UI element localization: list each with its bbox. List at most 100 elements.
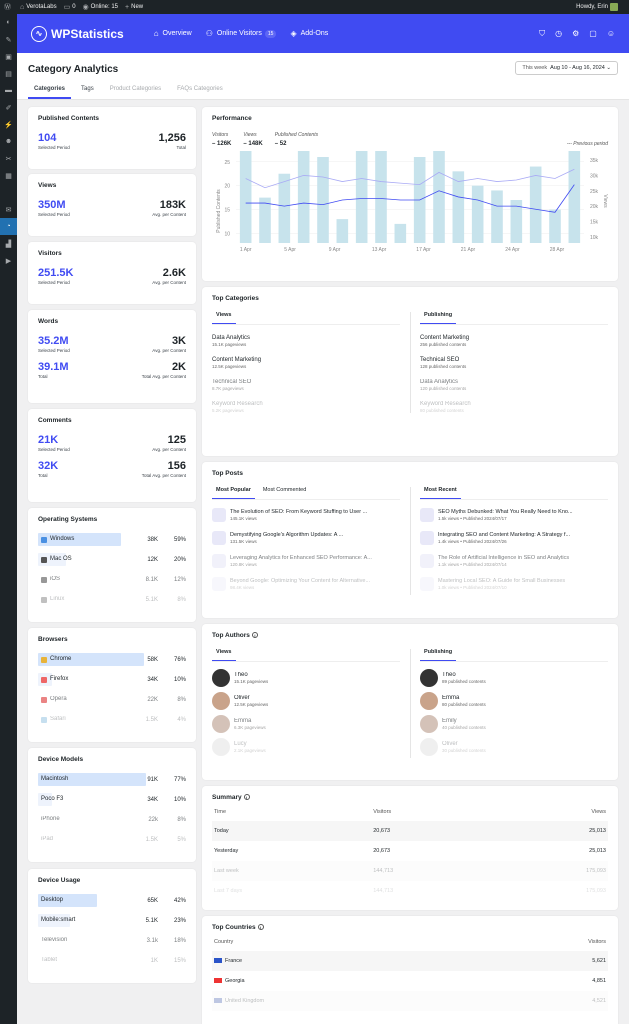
new-content-link[interactable]: + New — [125, 4, 143, 11]
appearance-icon[interactable]: ✐ — [0, 99, 17, 116]
globe-icon: ◉ — [82, 4, 89, 11]
item-percent: 4% — [177, 716, 186, 723]
list-item[interactable]: Mobile:smart 5.1K 23% — [38, 914, 186, 927]
list-item[interactable]: Data Analytics 120 published contents — [420, 379, 608, 391]
users-icon[interactable]: ☻ — [0, 133, 17, 150]
plugins-icon[interactable]: ⚡ — [0, 116, 17, 133]
tab-publishing[interactable]: Publishing — [420, 649, 457, 661]
legend-views[interactable]: Views – 148K — [243, 132, 262, 147]
author-item[interactable]: Theo 89 published contents — [420, 666, 608, 689]
list-item[interactable]: Keyword Research 5.2K pageviews — [212, 401, 410, 413]
nav-addons[interactable]: ◈ Add-Ons — [290, 29, 328, 38]
tab-product-categories[interactable]: Product Categories — [104, 84, 167, 99]
post-item[interactable]: Demystifying Google's Algorithm Updates:… — [212, 526, 410, 549]
list-item[interactable]: Mac OS 12K 20% — [38, 553, 186, 566]
list-item[interactable]: iPhone 22k 8% — [38, 813, 186, 826]
list-item[interactable]: Poco F3 34K 10% — [38, 793, 186, 806]
list-item[interactable]: Chrome 58K 76% — [38, 653, 186, 666]
post-item[interactable]: The Evolution of SEO: From Keyword Stuff… — [212, 503, 410, 526]
info-icon[interactable]: i — [243, 794, 250, 801]
tab-most-recent[interactable]: Most Recent — [420, 487, 461, 499]
statistics-icon[interactable]: ◔ — [0, 218, 17, 235]
online-link[interactable]: ◉ Online: 15 — [83, 3, 118, 11]
settings-icon[interactable]: ▦ — [0, 167, 17, 184]
tab-views[interactable]: Views — [212, 649, 236, 661]
author-item[interactable]: Theo 15.1K pageviews — [212, 666, 410, 689]
list-item[interactable]: Content Marketing 12.5K pageviews — [212, 357, 410, 369]
bar — [278, 173, 291, 243]
info-icon[interactable]: i — [257, 924, 264, 931]
list-item[interactable]: Keyword Research 80 published contents — [420, 401, 608, 413]
dashboard-icon[interactable]: ◐ — [0, 14, 17, 31]
post-item[interactable]: Leveraging Analytics for Enhanced SEO Pe… — [212, 549, 410, 572]
site-name-link[interactable]: ⌂ VerotaLabs — [20, 4, 57, 11]
tab-most-popular[interactable]: Most Popular — [212, 487, 255, 499]
gear-icon[interactable]: ⚙ — [572, 29, 579, 39]
post-item[interactable]: Mastering Local SEO: A Guide for Small B… — [420, 572, 608, 595]
tools-icon[interactable]: ✂ — [0, 150, 17, 167]
flag-icon — [214, 978, 222, 984]
list-item[interactable]: Desktop 65K 42% — [38, 894, 186, 907]
info-icon[interactable]: i — [251, 632, 258, 639]
wordpress-logo-icon[interactable]: Ⓦ — [4, 2, 13, 12]
list-item[interactable]: iPad 1.5K 5% — [38, 833, 186, 846]
play-icon[interactable]: ▶ — [0, 252, 17, 269]
list-item[interactable]: Safari 1.5K 4% — [38, 713, 186, 726]
plus-icon: + — [125, 3, 130, 11]
media-icon[interactable]: ▣ — [0, 48, 17, 65]
analytics-icon[interactable]: ▟ — [0, 235, 17, 252]
author-item[interactable]: Oliver 30 published contents — [420, 735, 608, 758]
author-item[interactable]: Emily 40 published contents — [420, 712, 608, 735]
nav-overview[interactable]: ⌂ Overview — [154, 29, 192, 38]
metric-value: 2.6K — [162, 267, 186, 279]
list-item[interactable]: Data Analytics 15.1K pageviews — [212, 335, 410, 347]
author-item[interactable]: Lucy 2.1K pageviews — [212, 735, 410, 758]
list-item[interactable]: Windows 38K 59% — [38, 533, 186, 546]
comments-link[interactable]: ▭ 0 — [64, 3, 76, 11]
legend-published[interactable]: Published Contents – 52 — [275, 132, 318, 147]
post-item[interactable]: SEO Myths Debunked: What You Really Need… — [420, 503, 608, 526]
tab-views[interactable]: Views — [212, 312, 236, 324]
smile-icon[interactable]: ☺ — [607, 29, 615, 39]
help-icon[interactable]: ▢ — [589, 29, 597, 39]
author-item[interactable]: Emma 80 published contents — [420, 689, 608, 712]
tab-faqs-categories[interactable]: FAQs Categories — [171, 84, 229, 99]
tab-most-commented[interactable]: Most Commented — [259, 487, 310, 499]
list-item[interactable]: Tablet 1K 15% — [38, 954, 186, 967]
list-item[interactable]: Content Marketing 256 published contents — [420, 335, 608, 347]
list-item[interactable]: Technical SEO 128 published contents — [420, 357, 608, 369]
pin-icon[interactable]: ✎ — [0, 31, 17, 48]
post-item[interactable]: The Role of Artificial Intelligence in S… — [420, 549, 608, 572]
list-item[interactable]: Technical SEO 8.7K pageviews — [212, 379, 410, 391]
comments-icon[interactable]: ▬ — [0, 82, 17, 99]
post-item[interactable]: Integrating SEO and Content Marketing: A… — [420, 526, 608, 549]
list-item[interactable]: Firefox 34K 10% — [38, 673, 186, 686]
post-item[interactable]: Beyond Google: Optimizing Your Content f… — [212, 572, 410, 595]
list-item[interactable]: Television 3.1k 18% — [38, 934, 186, 947]
pages-icon[interactable]: ▤ — [0, 65, 17, 82]
y-tick-label: 15 — [224, 208, 230, 214]
list-item[interactable]: Linux 5.1K 8% — [38, 593, 186, 606]
list-item[interactable]: Opera 22K 8% — [38, 693, 186, 706]
author-item[interactable]: Oliver 12.5K pageviews — [212, 689, 410, 712]
brand-logo[interactable]: ∿ WPStatistics — [31, 25, 124, 42]
mail-icon[interactable]: ✉ — [0, 201, 17, 218]
card-title: Visitors — [38, 250, 62, 257]
legend-previous-period[interactable]: --- Previous period — [567, 141, 608, 147]
list-item[interactable]: Macintosh 91K 77% — [38, 773, 186, 786]
date-range-picker[interactable]: This week Aug 10 - Aug 16, 2024 ⌄ — [515, 61, 618, 75]
y2-tick-label: 15k — [590, 220, 599, 226]
item-value: 34K — [147, 796, 158, 803]
operating-systems-card: Operating Systems Windows 38K 59% Mac OS 12K… — [28, 508, 196, 622]
nav-online-visitors[interactable]: ⚇ Online Visitors 15 — [206, 29, 277, 38]
gauge-icon[interactable]: ◷ — [555, 29, 562, 39]
author-item[interactable]: Emma 6.3K pageviews — [212, 712, 410, 735]
tab-tags[interactable]: Tags — [75, 84, 100, 99]
account-menu[interactable]: Howdy, Erin — [576, 3, 618, 11]
tab-categories[interactable]: Categories — [28, 84, 72, 99]
list-item[interactable]: iOS 8.1K 12% — [38, 573, 186, 586]
table-row: Today 20,673 25,013 — [212, 821, 608, 841]
tab-publishing[interactable]: Publishing — [420, 312, 457, 324]
shield-icon[interactable]: ⛉ — [539, 29, 545, 39]
legend-visitors[interactable]: Visitors – 126K — [212, 132, 231, 147]
